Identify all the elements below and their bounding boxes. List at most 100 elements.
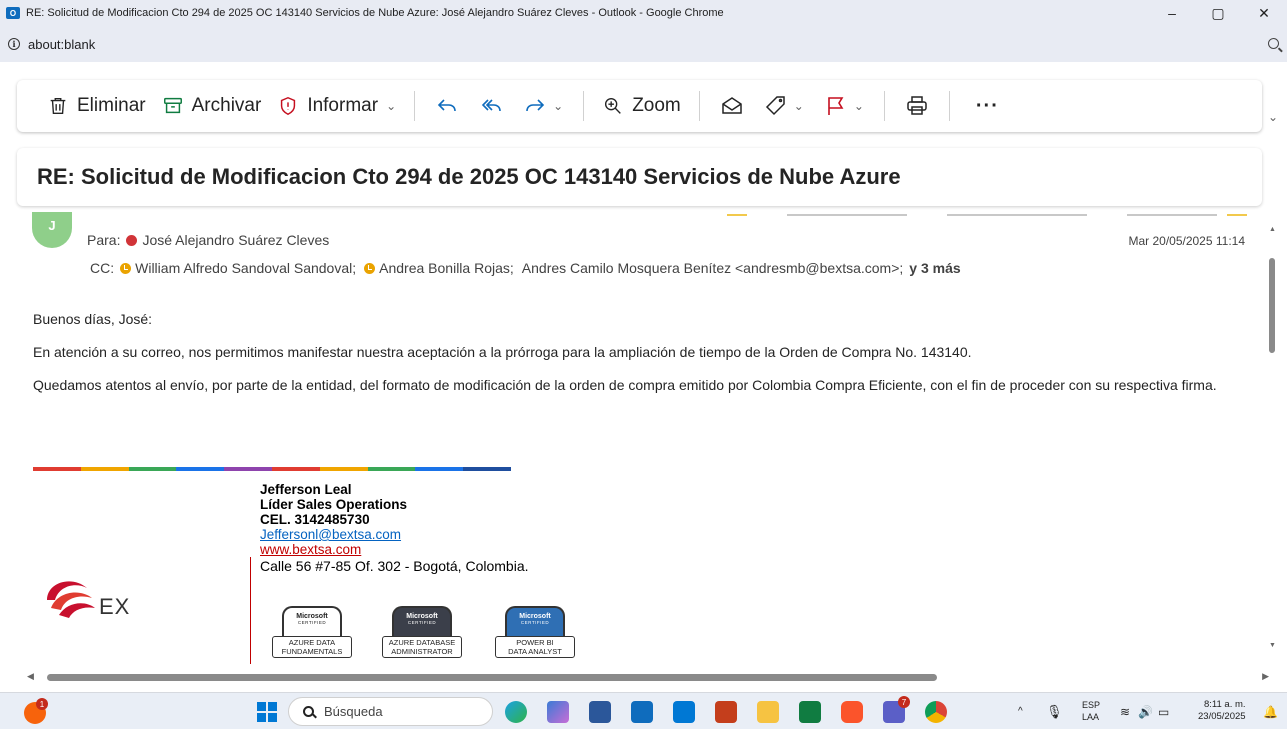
badge-certified: CERTIFIED [520, 620, 550, 625]
printer-icon [907, 96, 927, 115]
badge-certified: CERTIFIED [407, 620, 437, 625]
to-recipient[interactable]: José Alejandro Suárez Cleves [142, 232, 329, 248]
horizontal-scroll-thumb[interactable] [47, 674, 937, 681]
edge-app-icon[interactable] [505, 701, 527, 723]
teams-app-icon[interactable]: 7 [883, 696, 910, 723]
close-button[interactable]: ✕ [1241, 0, 1287, 26]
ribbon-divider [883, 91, 885, 121]
cert-badge-azure-data-fundamentals: Microsoft CERTIFIED AZURE DATA FUNDAMENT… [272, 606, 352, 664]
signature-web-link[interactable]: www.bextsa.com [260, 542, 361, 557]
scroll-right-arrow-icon[interactable]: ▶ [1262, 671, 1269, 682]
widgets-icon[interactable]: 1 [24, 698, 48, 724]
mark-read-button[interactable] [710, 88, 754, 124]
signature-address: Calle 56 #7-85 Of. 302 - Bogotá, Colombi… [260, 558, 529, 574]
signature-role: Líder Sales Operations [260, 497, 408, 512]
signature-line-segment [271, 467, 320, 471]
report-shield-icon [281, 96, 296, 116]
excel-app-icon[interactable] [799, 701, 821, 723]
delete-label: Eliminar [77, 95, 146, 116]
clipchamp-app-icon[interactable] [715, 701, 737, 723]
notification-bell-icon[interactable]: 🔔 [1263, 693, 1278, 729]
outlook-app-icon[interactable] [673, 701, 695, 723]
vertical-scrollbar[interactable]: ▲ ▼ [1264, 212, 1282, 664]
ribbon-divider [698, 91, 700, 121]
categorize-chevron-icon[interactable]: ⌄ [794, 99, 804, 113]
forward-icon [526, 99, 545, 112]
window-titlebar: O RE: Solicitud de Modificacion Cto 294 … [0, 0, 1287, 26]
signature-line-segment [128, 467, 177, 471]
horizontal-scrollbar[interactable]: ◀ ▶ [17, 668, 1279, 686]
cc-more-link[interactable]: y 3 más [909, 260, 960, 276]
forward-button[interactable]: ⌄ [513, 88, 573, 124]
envelope-open-icon [722, 97, 742, 114]
chrome-app-icon[interactable] [925, 701, 947, 723]
presence-away-icon [364, 262, 376, 274]
signature-line-segment [463, 467, 511, 471]
wifi-icon[interactable]: ≋ [1120, 693, 1130, 729]
outlook-new-app-icon[interactable] [631, 701, 653, 723]
minimize-button[interactable]: – [1149, 0, 1195, 26]
outlook-app-icon: O [6, 7, 20, 19]
forward-chevron-icon[interactable]: ⌄ [553, 99, 563, 113]
archive-button[interactable]: Archivar [154, 88, 270, 124]
ribbon-divider [948, 91, 950, 121]
more-actions-button[interactable]: ··· [960, 95, 1015, 118]
zoom-indicator-icon[interactable] [1268, 38, 1279, 49]
clipped-header-row [77, 212, 1247, 220]
keyboard-layout: LAA [1082, 712, 1100, 722]
signature-block: Jefferson Leal Líder Sales Operations CE… [260, 482, 529, 574]
cc-recipient[interactable]: Andres Camilo Mosquera Benítez <andresmb… [522, 260, 904, 276]
cc-recipient[interactable]: William Alfredo Sandoval Sandoval; [135, 260, 356, 276]
cc-recipient[interactable]: Andrea Bonilla Rojas; [379, 260, 514, 276]
tag-icon [765, 96, 785, 116]
delete-button[interactable]: Eliminar [39, 88, 154, 124]
reply-button[interactable] [425, 88, 469, 124]
restore-button[interactable]: ▢ [1195, 0, 1241, 26]
volume-icon[interactable]: 🔊 [1138, 693, 1153, 729]
cert-badge-azure-database-administrator: Microsoft CERTIFIED AZURE DATABASE ADMIN… [382, 606, 462, 664]
windows-taskbar: 1 Búsqueda 7 ^ 🎙 ESP LAA ≋ 🔊 ▭ 8:11 a. m… [0, 692, 1287, 729]
scroll-up-arrow-icon[interactable]: ▲ [1269, 226, 1276, 233]
brave-app-icon[interactable] [841, 701, 863, 723]
teams-badge: 7 [898, 696, 910, 708]
bex-logo-icon [47, 581, 95, 618]
sender-avatar[interactable]: J [32, 212, 72, 248]
print-button[interactable] [895, 88, 939, 124]
flag-button[interactable]: ⌄ [814, 88, 874, 124]
to-line: Para: José Alejandro Suárez Cleves [87, 232, 329, 248]
ribbon-expand-chevron-icon[interactable]: ⌄ [1268, 110, 1278, 124]
flag-chevron-icon[interactable]: ⌄ [854, 99, 864, 113]
zoom-button[interactable]: Zoom [594, 88, 689, 124]
signature-line-segment [176, 467, 225, 471]
signature-name: Jefferson Leal [260, 482, 352, 497]
language-indicator[interactable]: ESP LAA [1082, 699, 1100, 723]
search-placeholder: Búsqueda [324, 704, 383, 719]
signature-email-link[interactable]: Jeffersonl@bextsa.com [260, 527, 401, 542]
battery-icon[interactable]: ▭ [1158, 693, 1169, 729]
url-text[interactable]: about:blank [28, 37, 95, 52]
signature-line-segment [415, 467, 464, 471]
signature-color-line [33, 467, 511, 471]
language-code: ESP [1082, 700, 1101, 710]
mic-muted-icon[interactable]: 🎙 [1046, 693, 1063, 729]
report-button[interactable]: Informar ⌄ [269, 88, 404, 124]
word-app-icon[interactable] [589, 701, 611, 723]
scroll-down-arrow-icon[interactable]: ▼ [1269, 642, 1276, 649]
signature-line-segment [224, 467, 272, 471]
reply-all-button[interactable] [469, 88, 513, 124]
categorize-button[interactable]: ⌄ [754, 88, 814, 124]
clock[interactable]: 8:11 a. m. 23/05/2025 [1198, 699, 1246, 723]
start-button[interactable] [257, 702, 277, 722]
signature-phone: CEL. 3142485730 [260, 512, 370, 527]
scroll-left-arrow-icon[interactable]: ◀ [27, 671, 34, 682]
window-controls: – ▢ ✕ [1149, 0, 1287, 26]
site-info-icon[interactable]: i [8, 38, 20, 50]
copilot-app-icon[interactable] [547, 701, 569, 723]
vertical-scroll-thumb[interactable] [1269, 258, 1275, 353]
report-chevron-icon[interactable]: ⌄ [386, 99, 396, 113]
signature-line-segment [80, 467, 129, 471]
tray-overflow-chevron-icon[interactable]: ^ [1018, 693, 1023, 729]
taskbar-search[interactable]: Búsqueda [288, 697, 493, 726]
window-title: RE: Solicitud de Modificacion Cto 294 de… [26, 7, 724, 19]
file-explorer-icon[interactable] [757, 701, 779, 723]
